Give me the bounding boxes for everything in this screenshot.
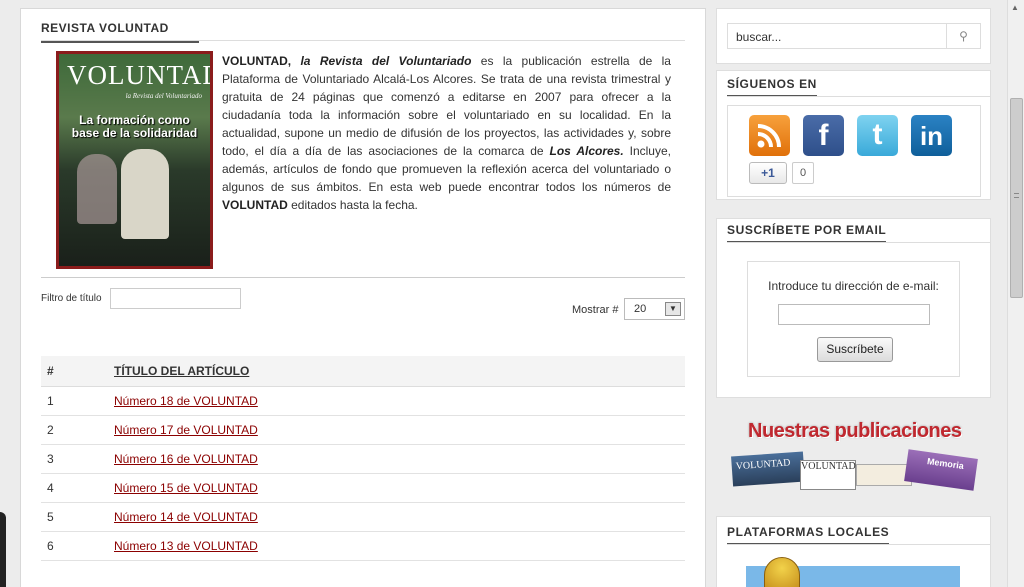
window-edge (0, 512, 6, 587)
table-header-row: # TÍTULO DEL ARTÍCULO (41, 356, 685, 387)
subscribe-title: SUSCRÍBETE POR EMAIL (727, 223, 887, 243)
cover-magazine-name: VOLUNTAD (67, 60, 213, 90)
section-divider (41, 40, 685, 41)
filter-label: Filtro de título (41, 293, 102, 304)
publication-thumb: VOLUNTAD (800, 460, 856, 490)
intro-brand: VOLUNTAD (222, 198, 288, 212)
subscribe-widget: SUSCRÍBETE POR EMAIL Introduce tu direcc… (716, 218, 991, 398)
article-link[interactable]: Número 18 de VOLUNTAD (114, 394, 258, 408)
page-scrollbar[interactable]: ▲ (1007, 0, 1024, 587)
table-row: 3 Número 16 de VOLUNTAD (41, 444, 685, 474)
col-num-header[interactable]: # (41, 356, 114, 387)
intro-text: editados hasta la fecha. (287, 198, 418, 212)
follow-title: SÍGUENOS EN (727, 77, 817, 97)
publication-thumb (856, 464, 912, 486)
table-row: 1 Número 18 de VOLUNTAD (41, 386, 685, 416)
search-input[interactable]: buscar... ⚲ (727, 23, 981, 49)
intro-brand-sub: la Revista del Voluntariado (300, 54, 472, 68)
intro-brand: VOLUNTAD, (222, 54, 292, 68)
subscribe-button[interactable]: Suscríbete (817, 337, 893, 362)
google-plus-count: 0 (792, 162, 814, 184)
cover-person-photo (77, 154, 117, 224)
row-num: 3 (41, 444, 114, 474)
cover-subtitle: la Revista del Voluntariado (125, 92, 202, 100)
article-link[interactable]: Número 13 de VOLUNTAD (114, 539, 258, 553)
local-platforms-title: PLATAFORMAS LOCALES (727, 525, 890, 545)
divider (727, 96, 990, 97)
divider (727, 242, 990, 243)
sidebar: buscar... ⚲ SÍGUENOS EN f t in +1 0 SUSC… (716, 8, 991, 587)
twitter-icon[interactable]: t (857, 115, 898, 156)
article-link[interactable]: Número 15 de VOLUNTAD (114, 481, 258, 495)
cover-headline: La formación como base de la solidaridad (71, 113, 198, 140)
articles-table: # TÍTULO DEL ARTÍCULO 1 Número 18 de VOL… (41, 356, 685, 561)
divider (41, 277, 685, 278)
row-num: 1 (41, 386, 114, 416)
scroll-thumb[interactable] (1010, 98, 1023, 298)
subscribe-label: Introduce tu dirección de e-mail: (768, 279, 939, 293)
publication-thumb: VOLUNTAD (731, 451, 805, 487)
row-num: 4 (41, 473, 114, 503)
col-title-header[interactable]: TÍTULO DEL ARTÍCULO (114, 356, 685, 387)
chevron-down-icon[interactable]: ▼ (665, 302, 681, 316)
row-num: 2 (41, 415, 114, 445)
article-link[interactable]: Número 16 de VOLUNTAD (114, 452, 258, 466)
cover-person-photo (121, 149, 169, 239)
row-num: 5 (41, 502, 114, 532)
linkedin-icon[interactable]: in (911, 115, 952, 156)
intro-text: es la publicación estrella de la Platafo… (222, 54, 671, 158)
social-icons: f t in +1 0 (727, 105, 981, 197)
rss-icon[interactable] (749, 115, 790, 156)
table-row: 2 Número 17 de VOLUNTAD (41, 415, 685, 445)
crest-icon (764, 557, 800, 587)
publications-title: Nuestras publicaciones (748, 420, 962, 442)
table-row: 5 Número 14 de VOLUNTAD (41, 502, 685, 532)
row-num: 6 (41, 531, 114, 561)
scroll-up-icon[interactable]: ▲ (1011, 3, 1019, 12)
intro-los-alcores: Los Alcores. (549, 144, 624, 158)
google-plus-button[interactable]: +1 (749, 162, 787, 184)
title-filter-input[interactable] (110, 288, 241, 309)
article-link[interactable]: Número 14 de VOLUNTAD (114, 510, 258, 524)
subscribe-form: Introduce tu dirección de e-mail: Suscrí… (747, 261, 960, 377)
search-icon[interactable]: ⚲ (946, 24, 980, 48)
intro-paragraph: VOLUNTAD, la Revista del Voluntariado es… (222, 52, 671, 214)
show-count-value: 20 (634, 303, 647, 315)
magazine-cover-image[interactable]: VOLUNTAD la Revista del Voluntariado La … (56, 51, 213, 269)
article-link[interactable]: Número 17 de VOLUNTAD (114, 423, 258, 437)
table-row: 4 Número 15 de VOLUNTAD (41, 473, 685, 503)
email-field[interactable] (778, 304, 930, 325)
follow-widget: SÍGUENOS EN f t in +1 0 (716, 70, 991, 200)
search-widget: buscar... ⚲ (716, 8, 991, 64)
table-row: 6 Número 13 de VOLUNTAD (41, 531, 685, 561)
show-count-select[interactable]: 20 ▼ (624, 298, 685, 320)
show-label: Mostrar # (572, 304, 619, 316)
main-content: REVISTA VOLUNTAD VOLUNTAD la Revista del… (20, 8, 706, 587)
publication-thumb: Memoria (904, 449, 978, 491)
search-placeholder: buscar... (736, 30, 782, 44)
facebook-icon[interactable]: f (803, 115, 844, 156)
scroll-grip (1014, 193, 1019, 198)
divider (727, 544, 990, 545)
